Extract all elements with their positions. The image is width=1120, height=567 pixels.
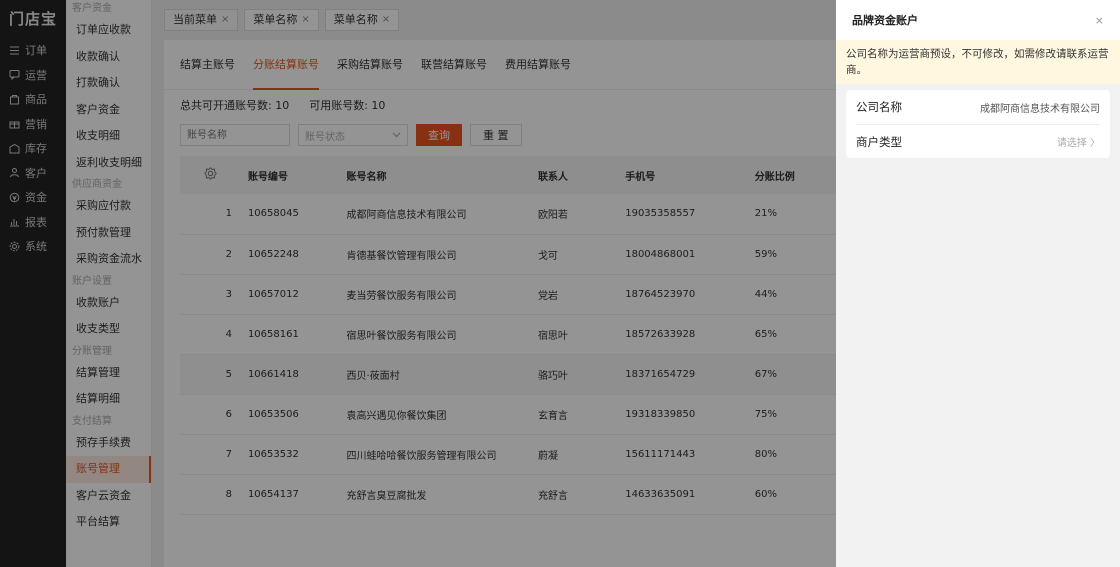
brand-account-drawer: 品牌资金账户 × 公司名称为运营商预设，不可修改，如需修改请联系运营商。 公司名… — [836, 0, 1120, 567]
company-name-label: 公司名称 — [856, 100, 902, 114]
company-name-value: 成都阿商信息技术有限公司 — [980, 103, 1100, 115]
modal-overlay[interactable] — [0, 0, 836, 567]
company-name-row: 公司名称 成都阿商信息技术有限公司 — [856, 90, 1100, 124]
close-icon[interactable]: × — [1095, 14, 1104, 27]
merchant-type-row[interactable]: 商户类型 请选择 〉 — [856, 124, 1100, 158]
drawer-header: 品牌资金账户 × — [836, 0, 1120, 40]
drawer-notice: 公司名称为运营商预设，不可修改，如需修改请联系运营商。 — [836, 40, 1120, 84]
drawer-form-card: 公司名称 成都阿商信息技术有限公司 商户类型 请选择 〉 — [846, 90, 1110, 158]
drawer-title: 品牌资金账户 — [852, 14, 918, 27]
merchant-type-label: 商户类型 — [856, 134, 902, 149]
merchant-type-select[interactable]: 请选择 〉 — [1057, 134, 1100, 149]
